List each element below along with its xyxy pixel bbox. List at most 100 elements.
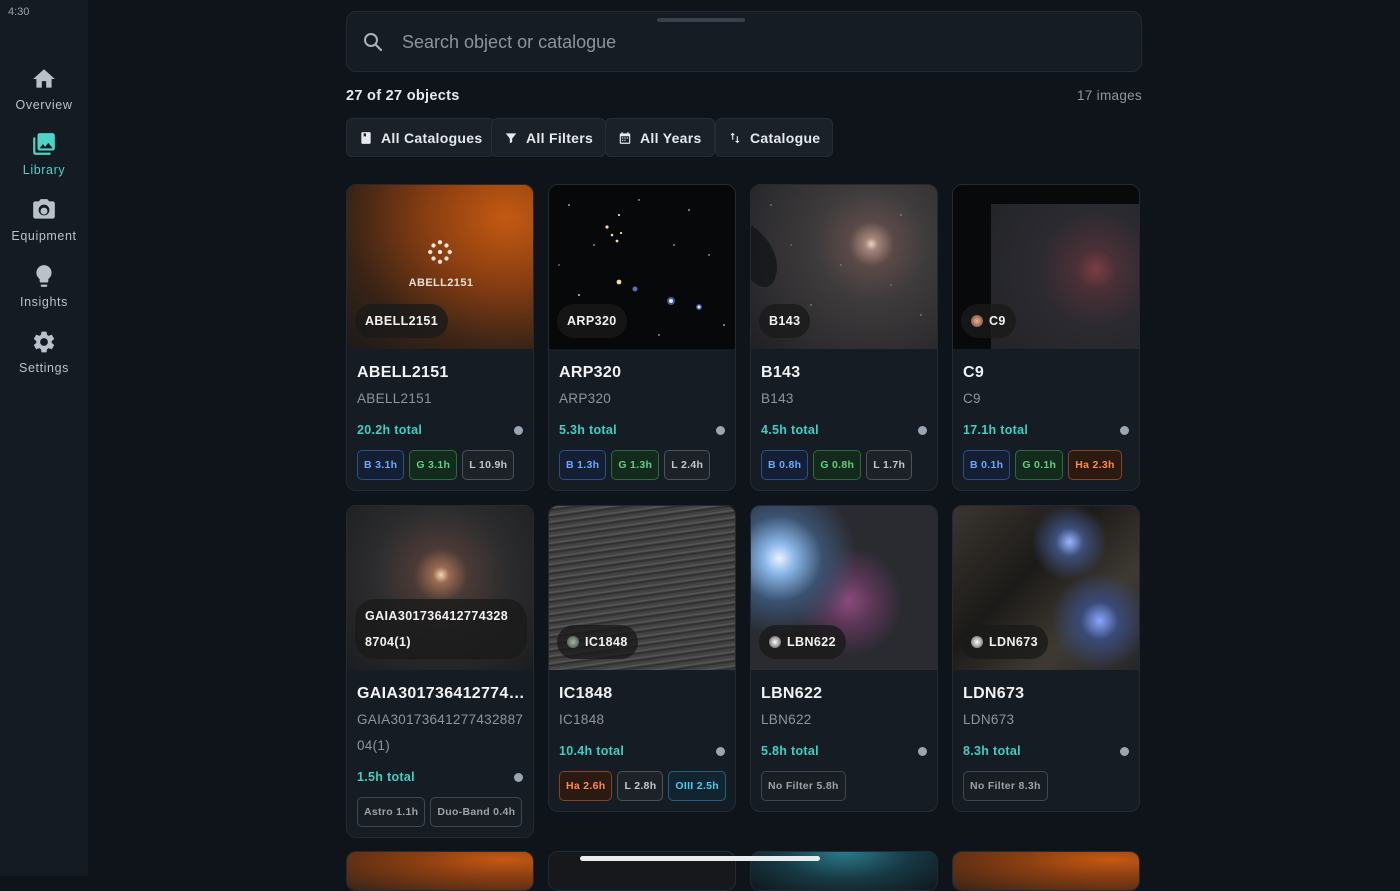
status-dot bbox=[918, 747, 927, 756]
object-mini-icon bbox=[769, 636, 781, 648]
filter-badge: L 2.4h bbox=[664, 450, 711, 480]
object-card[interactable] bbox=[346, 851, 534, 891]
nav-label: Equipment bbox=[11, 229, 77, 243]
filter-badge: G 0.8h bbox=[813, 450, 862, 480]
card-subtitle: LDN673 bbox=[963, 712, 1015, 727]
filter-badge: B 1.3h bbox=[559, 450, 607, 480]
nav-label: Settings bbox=[19, 361, 69, 375]
status-dot bbox=[1120, 426, 1129, 435]
nav-overview[interactable]: Overview bbox=[0, 66, 88, 112]
nav-label: Overview bbox=[15, 98, 73, 112]
nav-equipment[interactable]: Equipment bbox=[0, 197, 88, 243]
filter-badge: G 3.1h bbox=[409, 450, 458, 480]
sort-arrows-icon bbox=[730, 132, 740, 143]
chip-label: All Years bbox=[640, 129, 702, 146]
card-thumbnail: ARP320 bbox=[549, 185, 735, 349]
book-icon bbox=[361, 131, 371, 144]
years-filter-chip[interactable]: All Years bbox=[605, 118, 715, 157]
card-subtitle: ARP320 bbox=[559, 391, 612, 406]
filter-badge: G 0.1h bbox=[1015, 450, 1064, 480]
object-mini-icon bbox=[567, 636, 579, 648]
filter-badge: B 0.8h bbox=[761, 450, 809, 480]
card-subtitle: IC1848 bbox=[559, 712, 605, 727]
filter-badges: No Filter 5.8h bbox=[761, 771, 846, 801]
filter-badge: OIII 2.5h bbox=[668, 771, 726, 801]
filter-badge: B 0.1h bbox=[963, 450, 1011, 480]
object-card[interactable]: LBN622 LBN622 LBN622 5.8h total No Filte… bbox=[750, 505, 938, 812]
status-time: 4:30 bbox=[8, 6, 30, 18]
filter-badge: G 1.3h bbox=[611, 450, 660, 480]
chip-label: Catalogue bbox=[750, 129, 821, 146]
object-card[interactable]: ARP320 ARP320 ARP320 5.3h total B 1.3h G… bbox=[548, 184, 736, 491]
search-bar[interactable] bbox=[346, 11, 1142, 72]
filter-badges: B 0.8h G 0.8h L 1.7h bbox=[761, 450, 913, 480]
object-card[interactable]: GAIA301736412774328 8704(1) GAIA301736412… bbox=[346, 505, 534, 838]
filter-badges: B 1.3h G 1.3h L 2.4h bbox=[559, 450, 711, 480]
nav-settings[interactable]: Settings bbox=[0, 329, 88, 375]
camera-icon bbox=[33, 199, 55, 219]
object-count: 27 of 27 objects bbox=[346, 88, 460, 104]
calendar-icon bbox=[619, 131, 631, 144]
drag-handle[interactable] bbox=[657, 18, 745, 22]
thumbnail-label: C9 bbox=[961, 304, 1016, 338]
image-count: 17 images bbox=[1077, 88, 1142, 103]
search-input[interactable] bbox=[402, 29, 1102, 55]
object-card[interactable]: LDN673 LDN673 LDN673 8.3h total No Filte… bbox=[952, 505, 1140, 812]
status-dot bbox=[918, 426, 927, 435]
card-subtitle: C9 bbox=[963, 391, 981, 406]
status-dot bbox=[1120, 747, 1129, 756]
sort-chip[interactable]: Catalogue bbox=[715, 118, 834, 157]
home-indicator[interactable] bbox=[580, 856, 820, 861]
card-thumbnail: GAIA301736412774328 8704(1) bbox=[347, 506, 533, 670]
library-main: 27 of 27 objects 17 images All Catalogue… bbox=[88, 0, 1400, 891]
catalogues-filter-chip[interactable]: All Catalogues bbox=[346, 118, 496, 157]
funnel-icon bbox=[505, 132, 517, 143]
card-title: GAIA301736412774… bbox=[357, 685, 525, 702]
object-card[interactable]: B143 B143 B143 4.5h total B 0.8h G 0.8h … bbox=[750, 184, 938, 491]
card-thumbnail: LBN622 bbox=[751, 506, 937, 670]
filters-filter-chip[interactable]: All Filters bbox=[491, 118, 607, 157]
thumbnail-label: GAIA301736412774328 8704(1) bbox=[355, 599, 527, 659]
card-title: ABELL2151 bbox=[357, 364, 449, 381]
card-thumbnail: C9 bbox=[953, 185, 1139, 349]
lightbulb-icon bbox=[36, 265, 52, 287]
home-icon bbox=[33, 69, 55, 88]
card-subtitle: GAIA3017364127743288704(1) bbox=[357, 712, 524, 753]
card-total: 17.1h total bbox=[963, 423, 1029, 437]
thumbnail-label: IC1848 bbox=[557, 625, 638, 659]
status-dot bbox=[514, 426, 523, 435]
filter-badge: Ha 2.6h bbox=[559, 771, 613, 801]
photo-library-icon bbox=[33, 133, 55, 155]
status-dot bbox=[514, 773, 523, 782]
object-card[interactable] bbox=[952, 851, 1140, 891]
thumbnail-label: ARP320 bbox=[557, 304, 627, 338]
object-mini-icon bbox=[971, 636, 983, 648]
navigation-rail: 4:30 Overview Library Equipment Insights… bbox=[0, 0, 88, 876]
nav-insights[interactable]: Insights bbox=[0, 263, 88, 309]
thumbnail-label: LBN622 bbox=[759, 625, 846, 659]
card-total: 20.2h total bbox=[357, 423, 423, 437]
galaxy-cluster-icon bbox=[428, 240, 452, 264]
card-subtitle: ABELL2151 bbox=[357, 391, 432, 406]
filter-badge: No Filter 8.3h bbox=[963, 771, 1048, 801]
card-thumbnail: B143 bbox=[751, 185, 937, 349]
thumbnail-placeholder-text: ABELL2151 bbox=[408, 277, 474, 289]
filter-badges: Ha 2.6h L 2.8h OIII 2.5h bbox=[559, 771, 726, 801]
filter-badge: L 10.9h bbox=[462, 450, 515, 480]
filter-badge: B 3.1h bbox=[357, 450, 405, 480]
card-total: 8.3h total bbox=[963, 744, 1021, 758]
filter-badge: No Filter 5.8h bbox=[761, 771, 846, 801]
object-card[interactable]: C9 C9 C9 17.1h total B 0.1h G 0.1h Ha 2.… bbox=[952, 184, 1140, 491]
nav-library[interactable]: Library bbox=[0, 131, 88, 177]
card-total: 5.3h total bbox=[559, 423, 617, 437]
object-mini-icon bbox=[971, 315, 983, 327]
card-total: 4.5h total bbox=[761, 423, 819, 437]
card-title: LDN673 bbox=[963, 685, 1025, 702]
filter-badges: Astro 1.1h Duo-Band 0.4h bbox=[357, 797, 523, 827]
object-card[interactable]: ABELL2151 ABELL2151 ABELL2151 ABELL2151 … bbox=[346, 184, 534, 491]
object-card[interactable]: IC1848 IC1848 IC1848 10.4h total Ha 2.6h… bbox=[548, 505, 736, 812]
chip-label: All Filters bbox=[526, 129, 594, 146]
filter-badges: No Filter 8.3h bbox=[963, 771, 1048, 801]
card-total: 5.8h total bbox=[761, 744, 819, 758]
gear-icon bbox=[33, 331, 55, 353]
